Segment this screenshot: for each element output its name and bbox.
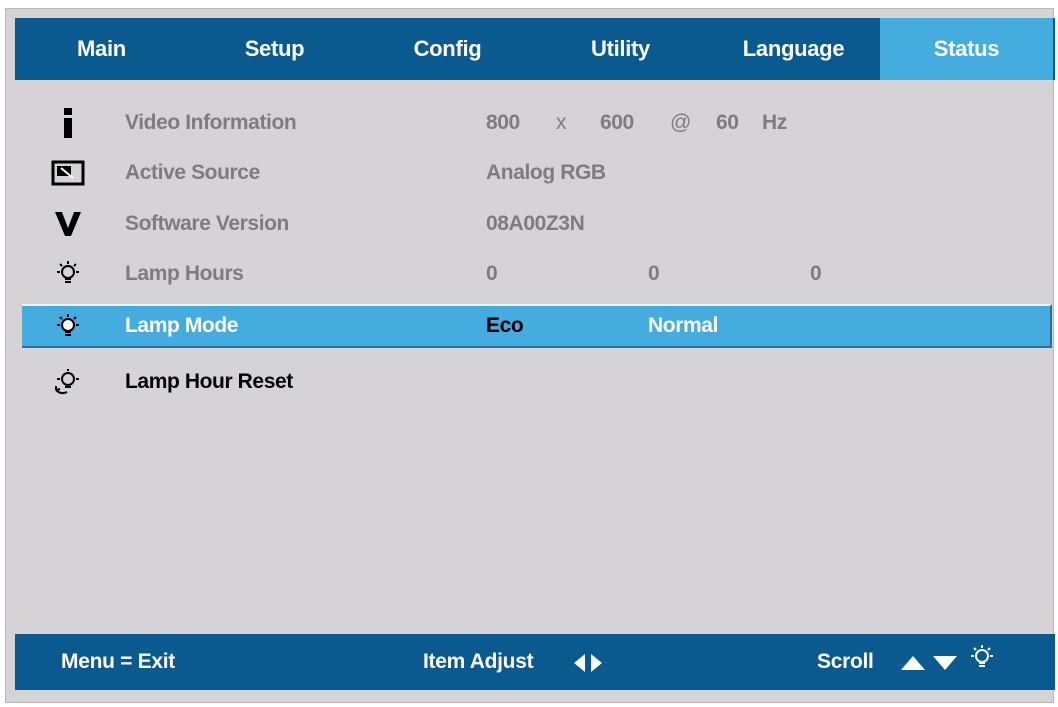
lamp-icon bbox=[50, 310, 86, 344]
menu-tab-bar: Main Setup Config Utility Language Statu… bbox=[15, 18, 1055, 80]
row-lamp-hour-reset[interactable]: Lamp Hour Reset bbox=[22, 361, 1052, 403]
up-down-arrows-icon bbox=[899, 652, 963, 680]
resolution-height: 600 bbox=[600, 111, 634, 134]
source-icon bbox=[50, 156, 86, 190]
row-label: Lamp Hour Reset bbox=[125, 370, 293, 393]
footer-bar: Menu = Exit Item Adjust Scroll bbox=[15, 634, 1055, 690]
row-lamp-hours: Lamp Hours 0 0 0 bbox=[22, 253, 1052, 295]
lamp-icon bbox=[50, 257, 86, 291]
resolution-separator: x bbox=[556, 111, 567, 134]
lamp-reset-icon bbox=[50, 365, 86, 399]
refresh-unit: Hz bbox=[762, 111, 787, 134]
software-version-value: 08A00Z3N bbox=[486, 212, 585, 235]
active-source-value: Analog RGB bbox=[486, 161, 606, 184]
info-icon bbox=[50, 106, 86, 140]
scroll-hint: Scroll bbox=[817, 650, 874, 673]
row-lamp-mode[interactable]: Lamp Mode Eco Normal bbox=[22, 304, 1052, 348]
lamp-hours-value-1: 0 bbox=[486, 262, 498, 285]
lamp-mode-option-normal[interactable]: Normal bbox=[648, 314, 718, 338]
row-label: Active Source bbox=[125, 161, 260, 184]
row-video-information: Video Information 800 x 600 @ 60 Hz bbox=[22, 102, 1052, 144]
row-label: Software Version bbox=[125, 212, 289, 235]
row-label: Lamp Hours bbox=[125, 262, 244, 285]
row-label: Video Information bbox=[125, 111, 297, 134]
tab-setup[interactable]: Setup bbox=[188, 18, 361, 80]
left-right-arrows-icon bbox=[571, 652, 607, 680]
resolution-width: 800 bbox=[486, 111, 520, 134]
refresh-rate: 60 bbox=[716, 111, 739, 134]
at-symbol: @ bbox=[670, 111, 691, 134]
row-software-version: Software Version 08A00Z3N bbox=[22, 203, 1052, 245]
tab-main[interactable]: Main bbox=[15, 18, 188, 80]
menu-exit-hint: Menu = Exit bbox=[61, 650, 175, 673]
lamp-hours-value-3: 0 bbox=[810, 262, 822, 285]
row-active-source: Active Source Analog RGB bbox=[22, 152, 1052, 194]
lamp-hours-value-2: 0 bbox=[648, 262, 660, 285]
tab-language[interactable]: Language bbox=[707, 18, 880, 80]
row-label: Lamp Mode bbox=[125, 314, 239, 337]
tab-config[interactable]: Config bbox=[361, 18, 534, 80]
item-adjust-hint: Item Adjust bbox=[423, 650, 534, 673]
tab-status[interactable]: Status bbox=[880, 18, 1053, 80]
lamp-icon bbox=[967, 644, 997, 678]
tab-utility[interactable]: Utility bbox=[534, 18, 707, 80]
lamp-mode-option-eco[interactable]: Eco bbox=[486, 314, 524, 338]
version-icon bbox=[50, 207, 86, 241]
